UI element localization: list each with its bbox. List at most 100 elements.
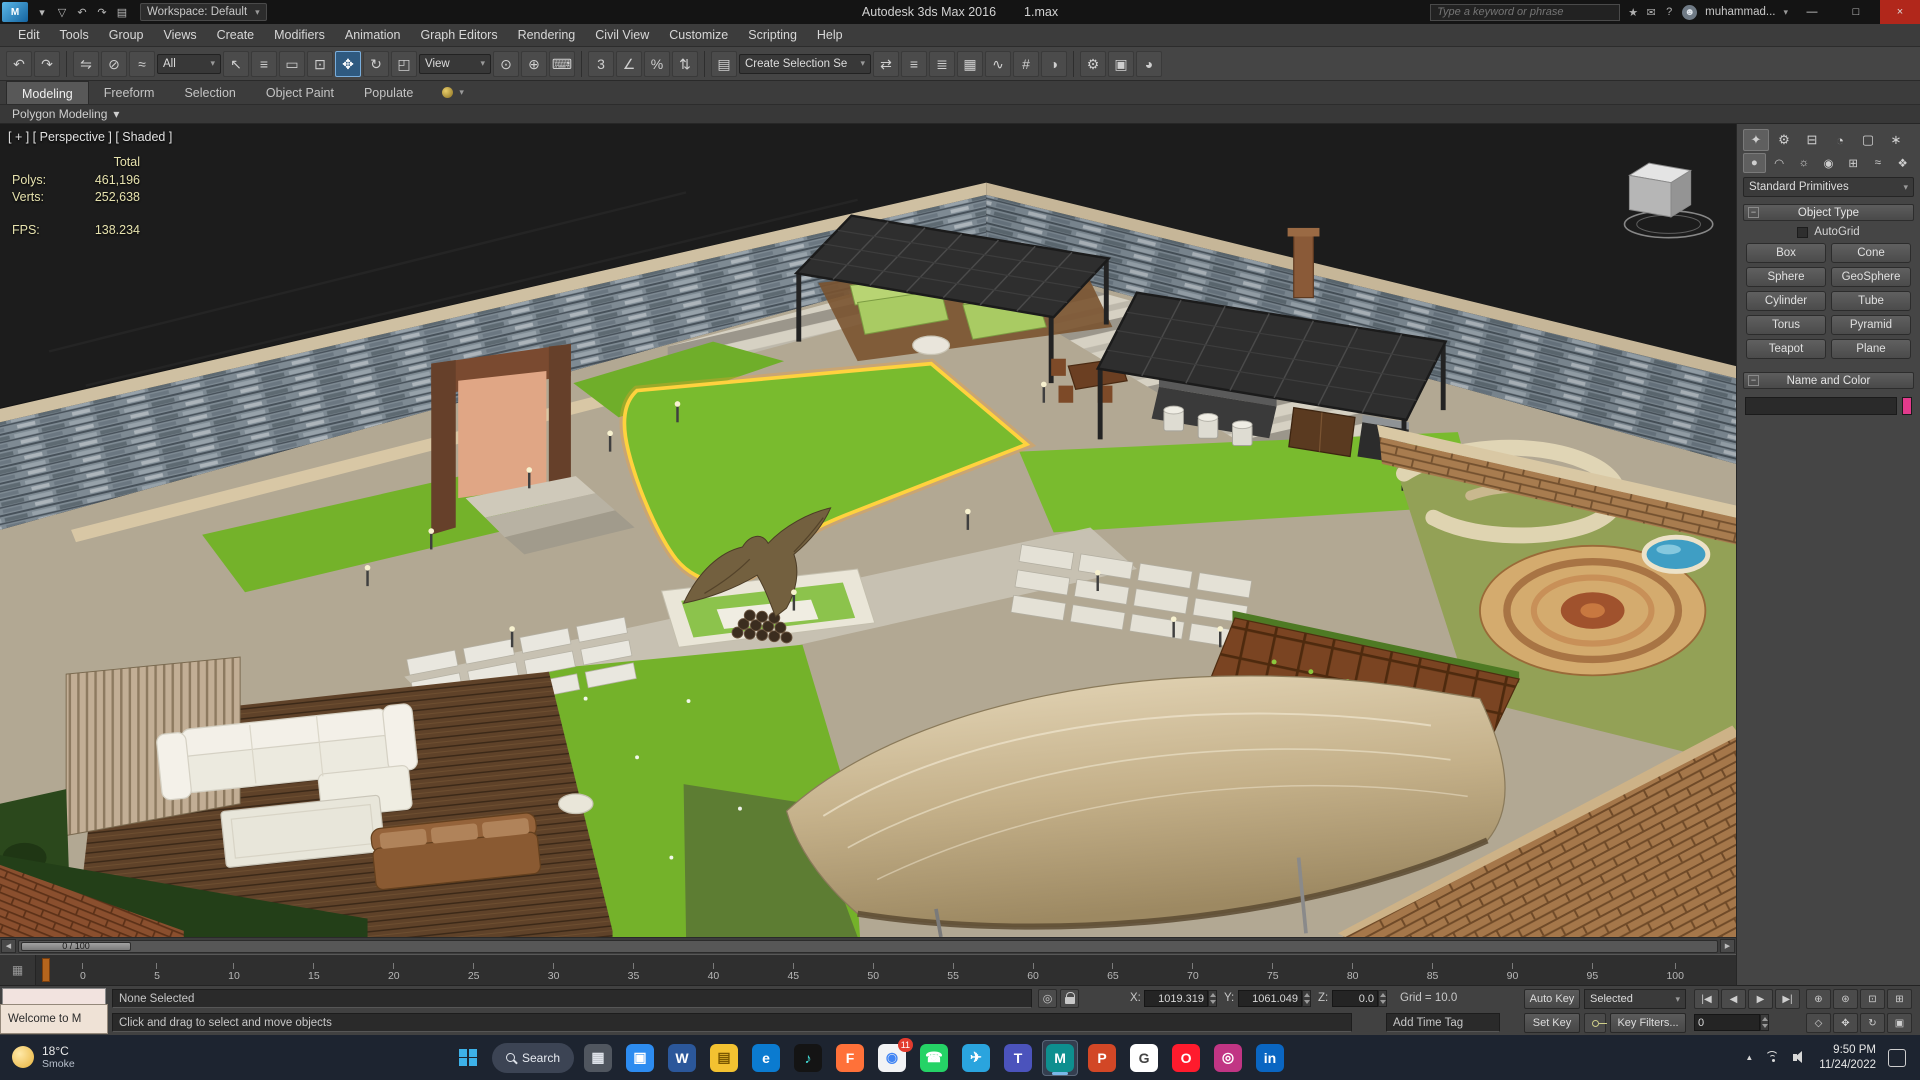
- taskbar-app-edge[interactable]: e: [748, 1040, 784, 1076]
- taskbar-app-whatsapp[interactable]: ☎: [916, 1040, 952, 1076]
- select-and-link-icon[interactable]: ⇋: [73, 50, 99, 77]
- curve-editor-icon[interactable]: ∿: [985, 50, 1011, 77]
- time-slider-handle[interactable]: 0 / 100: [21, 941, 131, 951]
- timeline-tick[interactable]: 10: [228, 963, 240, 982]
- favorites-icon[interactable]: ★: [1624, 3, 1642, 21]
- 3dsmax-logo-icon[interactable]: M: [2, 2, 28, 22]
- previous-frame-arrow[interactable]: ◀: [1, 939, 16, 953]
- track-bar[interactable]: ▦ 0 5 10 15 20 25 30 35 40 45 50 55 60 65 70 75 80 85 90 95…: [0, 954, 1736, 985]
- select-and-rotate-icon[interactable]: ↻: [363, 50, 389, 77]
- taskbar-app-task-view[interactable]: ▦: [580, 1040, 616, 1076]
- selection-filter-dropdown[interactable]: All ▾: [157, 53, 221, 74]
- next-frame-arrow[interactable]: ▶: [1720, 939, 1735, 953]
- help-icon[interactable]: ?: [1660, 3, 1678, 21]
- render-setup-icon[interactable]: ⚙: [1080, 50, 1106, 77]
- redo-icon[interactable]: ↷: [92, 2, 112, 22]
- menu-item[interactable]: Rendering: [508, 24, 586, 46]
- taskbar-app-linkedin[interactable]: in: [1252, 1040, 1288, 1076]
- minimize-button[interactable]: —: [1792, 0, 1832, 24]
- timeline-tick[interactable]: 100: [1666, 963, 1684, 982]
- rectangular-selection-region-icon[interactable]: ▭: [279, 50, 305, 77]
- timeline-tick[interactable]: 80: [1347, 963, 1359, 982]
- object-type-button[interactable]: Teapot: [1746, 339, 1826, 359]
- x-spinner[interactable]: [1208, 990, 1217, 1007]
- angle-snap-icon[interactable]: ∠: [616, 50, 642, 77]
- select-and-manipulate-icon[interactable]: ⊕: [521, 50, 547, 77]
- menu-item[interactable]: Views: [153, 24, 206, 46]
- viewport-3d-scene[interactable]: [0, 124, 1736, 937]
- tray-chevron-icon[interactable]: ▲: [1745, 1053, 1753, 1062]
- zoom-all-icon[interactable]: ⊛: [1833, 989, 1858, 1009]
- modify-tab-icon[interactable]: ⚙: [1771, 129, 1797, 151]
- menu-item[interactable]: Edit: [8, 24, 50, 46]
- bind-to-space-warp-icon[interactable]: ≈: [129, 50, 155, 77]
- taskbar-app-instagram[interactable]: ◎: [1210, 1040, 1246, 1076]
- schematic-view-icon[interactable]: #: [1013, 50, 1039, 77]
- timeline-tick[interactable]: 95: [1587, 963, 1598, 982]
- auto-key-button[interactable]: Auto Key: [1524, 989, 1580, 1009]
- app-menu-chevron-icon[interactable]: ▾: [32, 2, 52, 22]
- timeline-tick[interactable]: 35: [628, 963, 639, 982]
- set-key-button[interactable]: Set Key: [1524, 1013, 1580, 1033]
- menu-item[interactable]: Group: [99, 24, 154, 46]
- object-type-button[interactable]: Pyramid: [1831, 315, 1911, 335]
- workspace-dropdown[interactable]: Workspace: Default ▾: [140, 3, 267, 21]
- object-color-swatch[interactable]: [1902, 397, 1912, 415]
- isolate-selection-icon[interactable]: ◎: [1038, 989, 1057, 1008]
- select-by-name-icon[interactable]: ≡: [251, 50, 277, 77]
- taskbar-app-camera[interactable]: ▣: [622, 1040, 658, 1076]
- menu-item[interactable]: Scripting: [738, 24, 807, 46]
- fetch-icon[interactable]: ▤: [112, 2, 132, 22]
- maximize-button[interactable]: □: [1836, 0, 1876, 24]
- timeline-tick[interactable]: 40: [708, 963, 719, 982]
- timeline-tick[interactable]: 70: [1187, 963, 1199, 982]
- taskbar-app-3ds-max[interactable]: M: [1042, 1039, 1079, 1076]
- object-type-button[interactable]: GeoSphere: [1831, 267, 1911, 287]
- close-button[interactable]: ×: [1880, 0, 1920, 24]
- user-avatar-icon[interactable]: ☻: [1682, 4, 1698, 20]
- object-type-button[interactable]: Sphere: [1746, 267, 1826, 287]
- y-spinner[interactable]: [1302, 990, 1311, 1007]
- snap-toggle-3d-icon[interactable]: 3: [588, 50, 614, 77]
- keyboard-override-icon[interactable]: ⌨: [549, 50, 575, 77]
- menu-item[interactable]: Animation: [335, 24, 411, 46]
- edit-named-selection-sets-icon[interactable]: ▤: [711, 50, 737, 77]
- menu-item[interactable]: Customize: [659, 24, 738, 46]
- timeline-tick[interactable]: 15: [308, 963, 320, 982]
- object-type-button[interactable]: Torus: [1746, 315, 1826, 335]
- render-production-icon[interactable]: ◕: [1136, 50, 1162, 77]
- timeline-tick[interactable]: 50: [867, 963, 879, 982]
- ribbon-toggle-icon[interactable]: ▦: [957, 50, 983, 77]
- selection-lock-icon[interactable]: [1060, 989, 1079, 1008]
- ribbon-tab[interactable]: Freeform: [89, 81, 170, 104]
- pan-view-icon[interactable]: ✥: [1833, 1013, 1858, 1033]
- start-button[interactable]: [450, 1040, 486, 1076]
- select-and-move-button[interactable]: ✥: [335, 50, 361, 77]
- ribbon-tab[interactable]: Populate: [349, 81, 428, 104]
- autogrid-checkbox[interactable]: [1797, 226, 1809, 238]
- ribbon-tab[interactable]: Selection: [169, 81, 250, 104]
- primitive-category-dropdown[interactable]: Standard Primitives ▾: [1743, 177, 1914, 197]
- time-slider-track[interactable]: 0 / 100: [18, 939, 1718, 953]
- geometry-category-icon[interactable]: ●: [1743, 153, 1766, 173]
- chevron-down-icon[interactable]: ▾: [1783, 7, 1788, 18]
- timeline-tick[interactable]: 5: [154, 963, 160, 982]
- shapes-category-icon[interactable]: ◠: [1768, 153, 1791, 173]
- object-type-button[interactable]: Box: [1746, 243, 1826, 263]
- z-spinner[interactable]: [1378, 990, 1387, 1007]
- volume-icon[interactable]: [1793, 1051, 1807, 1064]
- welcome-screen-minimized-window[interactable]: Welcome to M: [0, 1004, 108, 1034]
- taskbar-app-telegram[interactable]: ✈: [958, 1040, 994, 1076]
- mirror-icon[interactable]: ⇄: [873, 50, 899, 77]
- action-center-icon[interactable]: [1888, 1048, 1906, 1067]
- object-type-rollout-header[interactable]: − Object Type: [1743, 204, 1914, 221]
- timeline-tick[interactable]: 0: [80, 963, 86, 982]
- menu-item[interactable]: Modifiers: [264, 24, 335, 46]
- use-pivot-center-icon[interactable]: ⊙: [493, 50, 519, 77]
- timeline-tick[interactable]: 65: [1107, 963, 1119, 982]
- taskbar-app-powerpoint[interactable]: P: [1084, 1040, 1120, 1076]
- menu-item[interactable]: Graph Editors: [410, 24, 507, 46]
- chevron-down-icon[interactable]: ▾: [459, 87, 464, 98]
- timeline-tick[interactable]: 55: [947, 963, 959, 982]
- zoom-extents-icon[interactable]: ⊡: [1860, 989, 1885, 1009]
